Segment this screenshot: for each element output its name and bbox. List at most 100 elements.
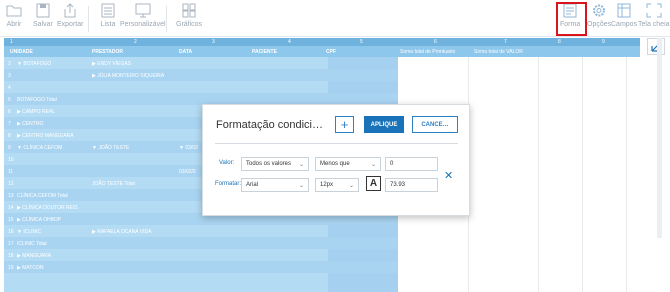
table-row[interactable]: 17 ICLINIC Total [4,237,398,249]
cell-unidade: ▼ CLÍNICA CEFOM [17,145,63,151]
chevron-down-icon: ⌄ [298,162,304,168]
field-header-valor[interactable]: Soma total de VALOR [474,49,523,55]
list-icon [101,3,115,18]
pivot-app: Abrir Salvar Exportar Lista Personalizáv… [0,0,670,292]
cell-unidade: ▼ BOTAFOGO [17,61,52,67]
format-button-highlight [556,2,587,36]
toolbar: Abrir Salvar Exportar Lista Personalizáv… [0,0,670,37]
field-header-prestador[interactable]: PRESTADOR [92,49,123,55]
row-number: 10 [8,157,14,163]
format-preview: 73.93 [385,178,438,192]
row-number: 18 [8,253,14,259]
row-number: 9 [8,145,11,151]
table-row[interactable]: 19 ▶ MATCON [4,261,398,273]
cell-unidade: ▶ CLÍNICA OHBOP [17,217,62,223]
row-number: 16 [8,229,14,235]
chevron-down-icon: ⌄ [298,183,304,189]
table-row[interactable]: 3 ▶ JÚLIA MONTEIRO SIQUEIRA [4,69,398,81]
cancel-button[interactable]: CANCE… [412,116,458,133]
cell-prestador: ▶ ENDY VIEGAS [92,61,132,67]
column-number-header: 1 2 3 4 5 6 7 8 9 [4,38,640,46]
row-number: 19 [8,265,14,271]
dialog-title: Formatação condici… [216,119,323,131]
cell-data: ▼ 03/02 [179,145,198,151]
col-number: 8 [558,39,561,45]
row-number: 14 [8,205,14,211]
list-button[interactable]: Lista [100,3,116,35]
cell-prestador: JOÃO TESTE Total [92,181,135,187]
row-number: 5 [8,97,11,103]
dialog-divider [215,143,458,144]
fullscreen-icon [646,3,662,18]
gear-icon [593,4,606,17]
apply-button[interactable]: APLIQUE [364,116,404,133]
remove-condition-button[interactable]: ✕ [444,169,453,182]
col-number: 1 [10,39,13,45]
fields-icon [617,3,631,18]
row-number: 7 [8,121,11,127]
table-row[interactable]: 4 [4,81,398,93]
add-condition-button[interactable]: + [335,116,354,133]
cell-unidade: ▶ CENTRO [17,121,44,127]
cell-unidade: ▶ MANGUARA [17,253,52,259]
customize-button[interactable]: Personalizável [120,3,166,35]
font-select[interactable]: Arial ⌄ [241,178,309,192]
field-header-prontuario[interactable]: Soma total de Prontuario [400,49,455,55]
options-button[interactable]: Opções [587,3,611,35]
row-number: 3 [8,73,11,79]
export-icon [64,3,76,18]
grid-line [538,57,539,292]
table-row[interactable]: 18 ▶ MANGUARA [4,249,398,261]
export-button[interactable]: Exportar [57,3,83,35]
row-number: 4 [8,85,11,91]
table-row[interactable]: 16 ▼ ICLINIC ▶ RAFAELA OCANA VIDA [4,225,398,237]
cell-unidade: ICLINIC Total [17,241,47,247]
operator-select[interactable]: Menos que ⌄ [315,157,381,171]
cell-prestador: ▼ JOÃO TESTE [92,145,130,151]
cell-prestador: ▶ JÚLIA MONTEIRO SIQUEIRA [92,73,165,79]
chevron-down-icon: ⌄ [348,183,354,189]
field-header-paciente[interactable]: PACIENTE [252,49,277,55]
save-button[interactable]: Salvar [33,3,53,35]
field-header-unidade[interactable]: UNIDADE [10,49,33,55]
open-button[interactable]: Abrir [6,3,22,35]
field-header-data[interactable]: DATA [179,49,192,55]
row-number: 12 [8,181,14,187]
fields-button[interactable]: Campos [611,3,637,35]
col-number: 2 [134,39,137,45]
cell-prestador: ▶ RAFAELA OCANA VIDA [92,229,152,235]
row-number: 8 [8,133,11,139]
cell-data: 03/02/2 [179,169,196,175]
charts-button[interactable]: Gráficos [176,3,202,35]
col-number: 6 [434,39,437,45]
col-number: 9 [602,39,605,45]
value-field-select[interactable]: Todos os valores ⌄ [241,157,309,171]
format-label: Formatar: [215,181,242,187]
col-number: 3 [212,39,215,45]
field-header-row: UNIDADE PRESTADOR DATA PACIENTE CPF Soma… [4,46,640,57]
font-size-select[interactable]: 12px ⌄ [315,178,359,192]
row-number: 2 [8,61,11,67]
row-number: 6 [8,109,11,115]
toolbar-divider [88,6,89,32]
col-number: 4 [288,39,291,45]
field-header-cpf[interactable]: CPF [326,49,336,55]
row-number: 13 [8,193,14,199]
collapse-toggle[interactable] [647,38,665,55]
cell-unidade: ▶ CENTRO MANGUARA [17,133,74,139]
grid-line [582,57,583,292]
value-label: Valor: [219,160,235,166]
cell-unidade: ▶ CLÍNICA DOUTOR REIS [17,205,78,211]
table-row[interactable]: 2 ▼ BOTAFOGO ▶ ENDY VIEGAS [4,57,398,69]
cell-unidade: ▼ ICLINIC [17,229,42,235]
cell-unidade: ▶ MATCON [17,265,44,271]
vertical-scrollbar[interactable] [657,38,662,238]
value-input[interactable]: 0 [385,157,438,171]
col-number: 5 [360,39,363,45]
font-color-button[interactable]: A [366,176,381,191]
row-number: 11 [8,169,14,175]
customize-icon [135,3,151,18]
save-icon [36,3,50,18]
fullscreen-button[interactable]: Tela cheia [638,3,670,35]
row-number: 17 [8,241,14,247]
